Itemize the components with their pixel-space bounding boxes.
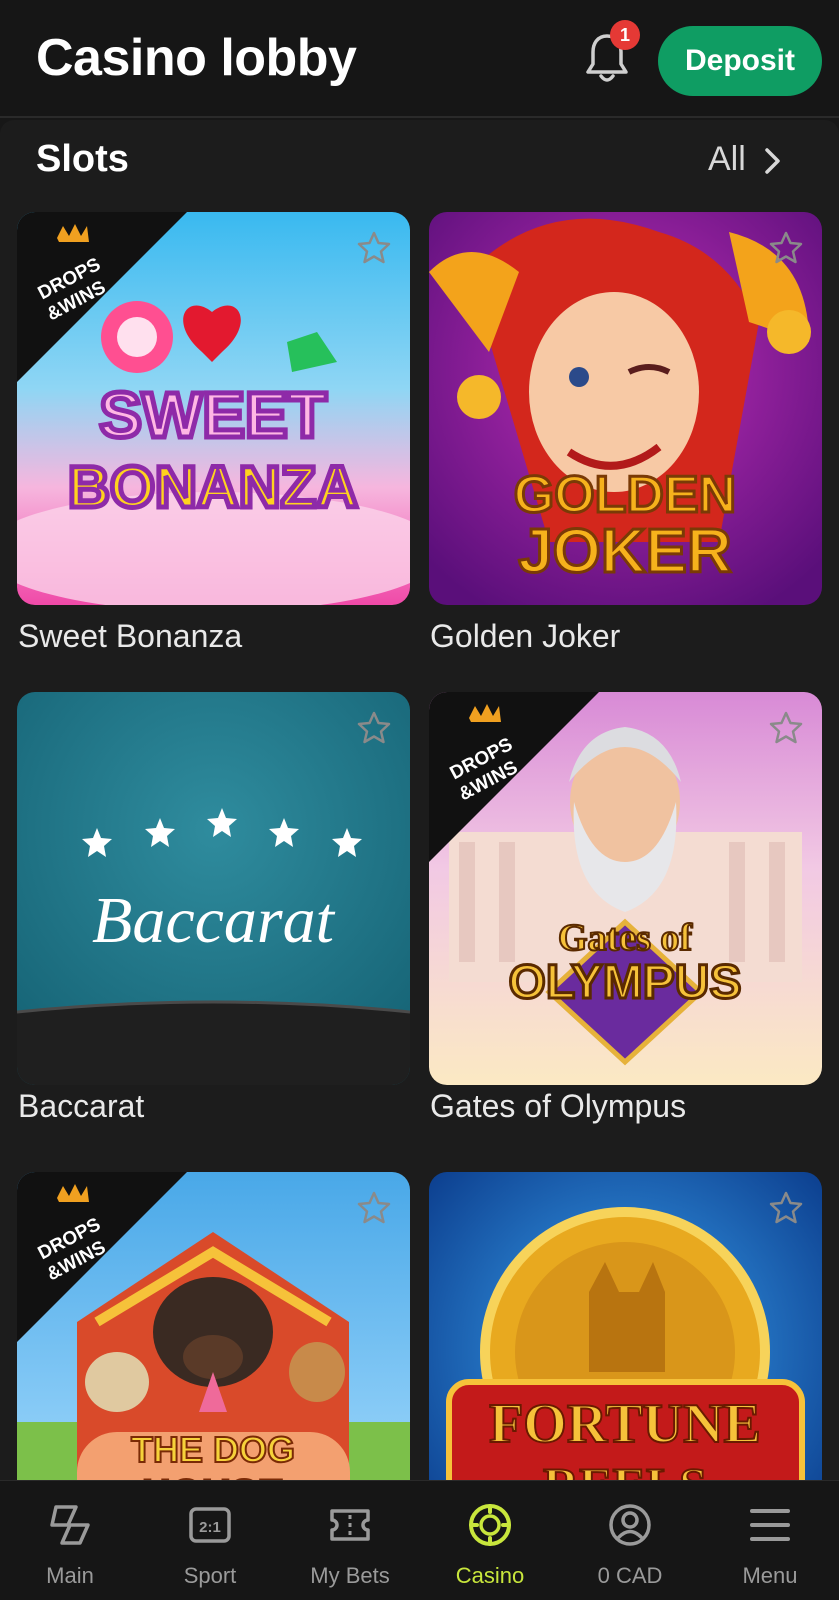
drops-wins-badge: DROPS &WINS (17, 212, 187, 382)
section-title: Slots (36, 138, 129, 180)
nav-item-casino[interactable]: Casino (420, 1481, 560, 1600)
top-header: Casino lobby 1 Deposit (0, 0, 839, 118)
casino-chip-icon (469, 1504, 511, 1546)
game-title[interactable]: Gates of Olympus (430, 1088, 686, 1125)
svg-text:REELS: REELS (543, 1457, 707, 1480)
svg-text:FORTUNE: FORTUNE (489, 1393, 761, 1455)
nav-label: Menu (742, 1563, 798, 1588)
svg-text:Baccarat: Baccarat (92, 884, 336, 957)
chevron-right-icon[interactable] (762, 146, 784, 176)
sport-icon: 2:1 (189, 1507, 231, 1543)
game-thumbnail: FORTUNE REELS (429, 1172, 822, 1480)
favorite-star-icon[interactable] (768, 710, 804, 746)
game-tile-golden-joker[interactable]: GOLDEN JOKER (429, 212, 822, 605)
game-title[interactable]: Baccarat (18, 1088, 144, 1125)
favorite-star-icon[interactable] (768, 230, 804, 266)
menu-icon (750, 1509, 790, 1541)
nav-label: My Bets (310, 1563, 390, 1588)
game-tile-sweet-bonanza[interactable]: SWEET BONANZA DROPS &WINS (17, 212, 410, 605)
game-title[interactable]: Golden Joker (430, 618, 620, 655)
svg-text:HOUSE: HOUSE (142, 1472, 284, 1480)
svg-text:BONANZA: BONANZA (68, 455, 358, 520)
svg-text:2:1: 2:1 (199, 1519, 221, 1536)
nav-label: Casino (455, 1563, 525, 1588)
svg-text:GOLDEN: GOLDEN (514, 466, 736, 524)
ticket-icon (330, 1509, 370, 1541)
deposit-button[interactable]: Deposit (658, 26, 822, 96)
nav-label: 0 CAD (597, 1563, 663, 1588)
svg-text:SWEET: SWEET (99, 379, 327, 451)
game-tile-baccarat[interactable]: Baccarat (17, 692, 410, 1085)
favorite-star-icon[interactable] (768, 1190, 804, 1226)
account-icon (609, 1504, 651, 1546)
notification-badge: 1 (610, 20, 640, 50)
game-tile-the-dog-house[interactable]: THE DOG HOUSE DROPS &WINS (17, 1172, 410, 1480)
favorite-star-icon[interactable] (356, 1190, 392, 1226)
favorite-star-icon[interactable] (356, 230, 392, 266)
game-thumbnail: GOLDEN JOKER (429, 212, 822, 605)
svg-text:JOKER: JOKER (518, 517, 732, 586)
game-tile-fortune-reels[interactable]: FORTUNE REELS (429, 1172, 822, 1480)
svg-text:Gates of: Gates of (558, 917, 693, 959)
drops-wins-badge: DROPS &WINS (429, 692, 599, 862)
bottom-navigation: Main 2:1 Sport My Bets Casino 0 CAD Menu (0, 1480, 839, 1600)
nav-label: Sport (183, 1563, 237, 1588)
nav-label: Main (46, 1563, 94, 1588)
nav-item-main[interactable]: Main (0, 1481, 140, 1600)
nav-item-sport[interactable]: 2:1 Sport (140, 1481, 280, 1600)
nav-item-account[interactable]: 0 CAD (560, 1481, 700, 1600)
page-title: Casino lobby (36, 29, 357, 87)
drops-wins-badge: DROPS &WINS (17, 1172, 187, 1342)
see-all-link[interactable]: All (708, 140, 746, 179)
game-thumbnail: Baccarat (17, 692, 410, 1085)
svg-text:THE DOG: THE DOG (131, 1429, 295, 1470)
game-tile-gates-of-olympus[interactable]: Gates of OLYMPUS DROPS &WINS (429, 692, 822, 1085)
nav-item-menu[interactable]: Menu (700, 1481, 839, 1600)
favorite-star-icon[interactable] (356, 710, 392, 746)
main-icon (50, 1505, 90, 1545)
games-grid: SWEET BONANZA DROPS &WINS Sweet Bonanza (0, 204, 839, 1480)
game-title[interactable]: Sweet Bonanza (18, 618, 242, 655)
nav-item-my-bets[interactable]: My Bets (280, 1481, 420, 1600)
svg-text:OLYMPUS: OLYMPUS (509, 956, 742, 1009)
